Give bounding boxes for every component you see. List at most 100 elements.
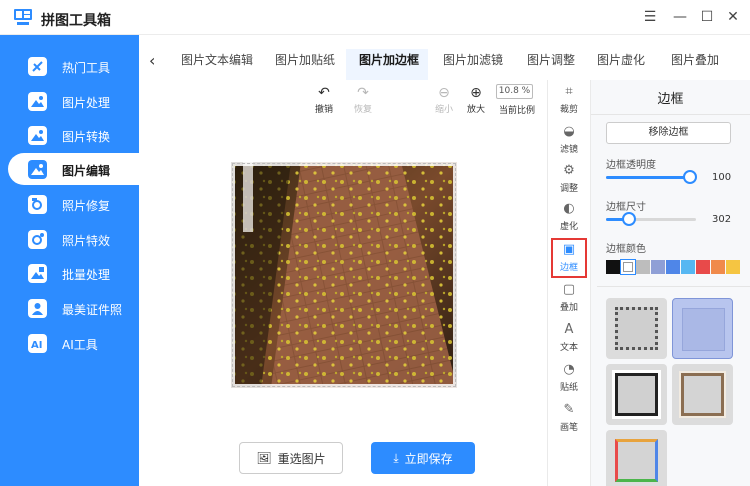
minimize-button[interactable]: — bbox=[671, 8, 689, 26]
border-icon: ▣ bbox=[562, 242, 576, 257]
frame-style-double[interactable] bbox=[606, 364, 667, 425]
title-bar: 拼图工具箱 ☰ — ☐ ✕ bbox=[0, 0, 750, 35]
back-arrow-icon[interactable]: ‹ bbox=[149, 51, 155, 70]
sidebar-item-batch[interactable]: 批量处理 bbox=[8, 257, 139, 289]
opacity-label: 边框透明度 bbox=[606, 160, 656, 171]
sticker-icon: ◔ bbox=[563, 362, 575, 377]
sidebar-item-label: 图片处理 bbox=[62, 96, 111, 110]
undo-button[interactable]: ↶ 撤销 bbox=[310, 84, 338, 115]
tab-blur[interactable]: 图片虚化 bbox=[597, 51, 645, 68]
tool-overlay[interactable]: ▢ 叠加 bbox=[551, 280, 587, 320]
frame-preview bbox=[682, 308, 725, 351]
size-slider-handle[interactable] bbox=[621, 212, 636, 226]
tool-text[interactable]: A 文本 bbox=[551, 320, 587, 360]
photo-frame-border bbox=[231, 162, 457, 388]
color-swatches bbox=[606, 259, 740, 275]
color-swatch[interactable] bbox=[666, 260, 680, 274]
opacity-slider-fill bbox=[606, 176, 690, 179]
tool-blur[interactable]: ◐ 虚化 bbox=[551, 199, 587, 239]
opacity-value[interactable]: 100 bbox=[712, 172, 731, 183]
image-edit-icon bbox=[28, 160, 47, 179]
fire-icon bbox=[28, 57, 47, 76]
sidebar-item-label: 照片特效 bbox=[62, 234, 111, 248]
color-swatch[interactable] bbox=[651, 260, 665, 274]
tool-sticker[interactable]: ◔ 贴纸 bbox=[551, 360, 587, 400]
tab-text-edit[interactable]: 图片文本编辑 bbox=[181, 51, 253, 68]
color-swatch[interactable] bbox=[726, 260, 740, 274]
tool-brush[interactable]: ✎ 画笔 bbox=[551, 400, 587, 440]
save-button[interactable]: ⤓ 立即保存 bbox=[371, 442, 475, 474]
frame-style-vintage[interactable] bbox=[672, 364, 733, 425]
zoom-in-button[interactable]: ⊕ 放大 bbox=[462, 84, 490, 115]
download-icon: ⤓ bbox=[393, 450, 399, 465]
redo-icon: ↷ bbox=[357, 85, 369, 101]
sidebar-item-image-edit[interactable]: 图片编辑 bbox=[8, 153, 139, 185]
color-swatch[interactable] bbox=[696, 260, 710, 274]
zoom-in-icon: ⊕ bbox=[470, 85, 482, 101]
tool-adjust[interactable]: ⚙ 调整 bbox=[551, 161, 587, 201]
overlay-icon: ▢ bbox=[562, 282, 576, 297]
menu-icon[interactable]: ☰ bbox=[641, 8, 659, 26]
zoom-value[interactable]: 10.8 % bbox=[496, 84, 533, 99]
adjust-icon: ⚙ bbox=[563, 163, 575, 178]
sidebar-item-image-process[interactable]: 图片处理 bbox=[8, 85, 139, 117]
color-swatch[interactable] bbox=[681, 260, 695, 274]
sidebar-item-label: 批量处理 bbox=[62, 268, 111, 282]
app-logo-icon bbox=[14, 9, 32, 25]
remove-border-button[interactable]: 移除边框 bbox=[606, 122, 731, 144]
sidebar-item-id-photo[interactable]: 最美证件照 bbox=[8, 292, 139, 324]
color-swatch[interactable] bbox=[636, 260, 650, 274]
size-value[interactable]: 302 bbox=[712, 214, 731, 225]
zoom-out-button[interactable]: ⊖ 缩小 bbox=[430, 84, 458, 115]
frame-style-soft[interactable] bbox=[672, 298, 733, 359]
sidebar-item-photo-effect[interactable]: 照片特效 bbox=[8, 223, 139, 255]
tab-adjust[interactable]: 图片调整 bbox=[527, 51, 575, 68]
close-button[interactable]: ✕ bbox=[724, 8, 742, 26]
sidebar-item-ai-tools[interactable]: AI AI工具 bbox=[8, 327, 139, 359]
opacity-slider[interactable] bbox=[606, 170, 697, 184]
tool-border[interactable]: ▣ 边框 bbox=[551, 238, 587, 278]
sidebar-item-photo-repair[interactable]: 照片修复 bbox=[8, 188, 139, 220]
frame-preview bbox=[615, 439, 658, 482]
blur-icon: ◐ bbox=[563, 201, 575, 216]
tab-border[interactable]: 图片加边框 bbox=[359, 51, 419, 68]
image-convert-icon bbox=[28, 126, 47, 145]
sidebar-item-label: 图片转换 bbox=[62, 130, 111, 144]
tab-filter[interactable]: 图片加滤镜 bbox=[443, 51, 503, 68]
panel-title: 边框 bbox=[657, 92, 684, 107]
sidebar-item-label: 最美证件照 bbox=[62, 303, 123, 317]
maximize-button[interactable]: ☐ bbox=[698, 8, 716, 26]
color-swatch[interactable] bbox=[606, 260, 620, 274]
sidebar-item-label: AI工具 bbox=[62, 338, 98, 352]
app-title: 拼图工具箱 bbox=[41, 13, 111, 29]
divider bbox=[597, 286, 750, 287]
frame-style-rainbow[interactable] bbox=[606, 430, 667, 486]
ai-icon: AI bbox=[28, 334, 47, 353]
tool-filter[interactable]: ◒ 滤镜 bbox=[551, 122, 587, 162]
color-swatch[interactable] bbox=[711, 260, 725, 274]
zoom-label: 当前比例 bbox=[499, 106, 536, 116]
sidebar-item-hot-tools[interactable]: 热门工具 bbox=[8, 50, 139, 82]
sidebar-item-label: 图片编辑 bbox=[62, 164, 111, 178]
frame-style-film[interactable] bbox=[606, 298, 667, 359]
tab-overlay[interactable]: 图片叠加 bbox=[671, 51, 719, 68]
photo-effect-icon bbox=[28, 230, 47, 249]
photo-repair-icon bbox=[28, 195, 47, 214]
size-slider[interactable] bbox=[606, 212, 696, 226]
opacity-slider-handle[interactable] bbox=[683, 170, 697, 184]
sidebar: 热门工具 图片处理 图片转换 图片编辑 照片修复 照片特效 批量处理 最美证件照… bbox=[0, 35, 139, 486]
id-photo-icon bbox=[28, 299, 47, 318]
svg-text:AI: AI bbox=[31, 340, 42, 351]
tool-crop[interactable]: ⌗ 裁剪 bbox=[551, 82, 587, 122]
edited-photo[interactable] bbox=[231, 162, 457, 388]
tab-sticker[interactable]: 图片加贴纸 bbox=[275, 51, 335, 68]
crop-icon: ⌗ bbox=[565, 84, 573, 99]
sidebar-item-label: 热门工具 bbox=[62, 61, 111, 75]
redo-button[interactable]: ↷ 恢复 bbox=[349, 84, 377, 115]
sidebar-item-image-convert[interactable]: 图片转换 bbox=[8, 119, 139, 151]
filter-icon: ◒ bbox=[563, 124, 575, 139]
reselect-image-button[interactable]: 🖼 重选图片 bbox=[239, 442, 343, 474]
divider bbox=[591, 114, 750, 115]
tab-bar: ‹ 图片文本编辑 图片加贴纸 图片加边框 图片加滤镜 图片调整 图片虚化 图片叠… bbox=[139, 35, 750, 80]
color-swatch[interactable] bbox=[620, 259, 636, 275]
